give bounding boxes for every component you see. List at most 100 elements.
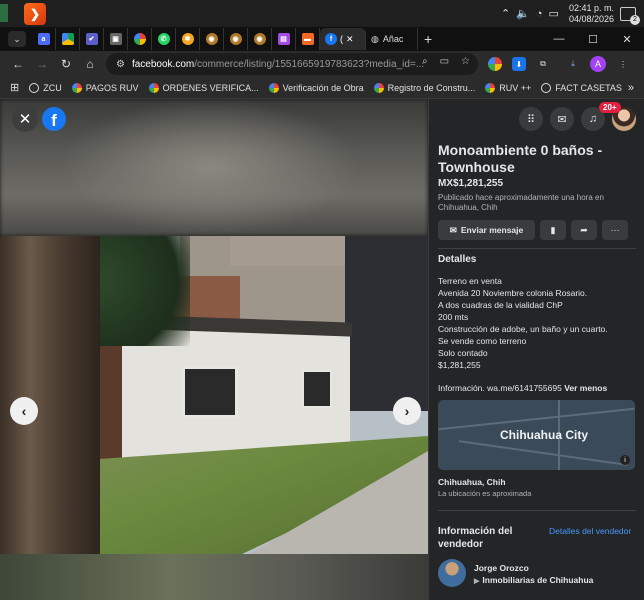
maximize-button[interactable]: ☐: [576, 33, 610, 46]
details-line: Terreno en venta: [438, 276, 502, 286]
facebook-logo[interactable]: f: [42, 107, 66, 131]
tab-11[interactable]: ▤: [272, 28, 296, 50]
more-options-button[interactable]: ···: [602, 220, 628, 240]
map-city-label: Chihuahua City: [500, 428, 589, 442]
listing-posted: Publicado hace aproximadamente una hora …: [438, 193, 604, 212]
bookmark-item[interactable]: FACT CASETAS: [541, 82, 622, 93]
minimize-button[interactable]: —: [542, 33, 576, 45]
battery-icon[interactable]: ▭: [549, 7, 559, 20]
details-line: $1,281,255: [438, 360, 481, 370]
blurred-background-bottom: [0, 554, 428, 600]
seller-details-link[interactable]: Detalles del vendedor: [549, 526, 631, 536]
tab-9[interactable]: ◉: [224, 28, 248, 50]
notification-center-icon[interactable]: 2: [620, 6, 640, 25]
menu-kebab-icon[interactable]: ⋮: [616, 57, 630, 71]
bookmark-item[interactable]: ZCU: [29, 82, 62, 93]
window-controls: — ☐ ✕: [542, 27, 644, 51]
bookmark-label: Verificación de Obra: [282, 82, 364, 93]
share-button[interactable]: ➦: [571, 220, 597, 240]
network-icon[interactable]: ◔: [536, 8, 543, 20]
taskbar-app-icon[interactable]: ❯: [24, 2, 46, 25]
tab-other[interactable]: ◍ Añac: [366, 28, 418, 50]
tab-7[interactable]: ✱: [176, 28, 200, 50]
bookmark-item[interactable]: RUV ++: [485, 82, 531, 93]
seller-name[interactable]: Jorge Orozco: [474, 563, 529, 573]
seller-avatar[interactable]: [438, 559, 466, 587]
tab-favicon: ◉: [205, 33, 218, 45]
tab-favicon: ✔: [85, 33, 98, 45]
tab-4[interactable]: ▣: [104, 28, 128, 50]
extensions: ⬇ ⧉ ⤓ A ⋮: [488, 53, 630, 75]
photo-viewer: ✕ f ‹ ›: [0, 99, 428, 600]
profile-avatar[interactable]: A: [590, 56, 606, 72]
seller-heading: Información del vendedor: [438, 526, 513, 550]
globe-icon: ◍: [371, 33, 379, 44]
globe-icon: [29, 82, 40, 93]
tab-10[interactable]: ◉: [248, 28, 272, 50]
extension-icon[interactable]: [488, 57, 502, 71]
next-photo-button[interactable]: ›: [393, 397, 421, 425]
save-button[interactable]: ▮: [540, 220, 566, 240]
tab-8[interactable]: ◉: [200, 28, 224, 50]
seller-company[interactable]: ▶ Inmobiliarias de Chihuahua: [474, 575, 593, 585]
tabs: a ✔ ▣ ✆ ✱ ◉ ◉ ◉ ▤ ▬ f ( ✕ ◍ Añac +: [32, 28, 432, 50]
menu-grid-icon[interactable]: ⠿: [519, 107, 543, 131]
home-button[interactable]: ⌂: [78, 57, 102, 71]
puzzle-icon[interactable]: ⧉: [536, 57, 550, 71]
clock-date: 04/08/2026: [568, 13, 614, 24]
tab-facebook-active[interactable]: f ( ✕: [320, 28, 366, 50]
listing-photo[interactable]: [0, 236, 428, 554]
notifications-badge: 20+: [599, 102, 621, 113]
close-window-button[interactable]: ✕: [610, 33, 644, 46]
bookmarks-overflow-button[interactable]: »: [628, 82, 634, 94]
bookmark-item[interactable]: ORDENES VERIFICA...: [148, 82, 259, 93]
tab-6[interactable]: ✆: [152, 28, 176, 50]
volume-icon[interactable]: 🔈: [516, 7, 530, 20]
bookmark-star-icon[interactable]: ☆: [461, 56, 470, 67]
new-tab-button[interactable]: +: [424, 31, 432, 47]
download-extension-icon[interactable]: ⬇: [512, 57, 526, 71]
back-button[interactable]: ←: [6, 57, 30, 71]
map-road: [458, 440, 628, 466]
tab-2[interactable]: [56, 28, 80, 50]
omnibox-actions: ⌕ ▭ ☆: [422, 56, 470, 67]
bookmark-item[interactable]: Registro de Constru...: [373, 82, 476, 93]
bookmark-label: Registro de Constru...: [387, 82, 476, 93]
tab-5[interactable]: [128, 28, 152, 50]
clock[interactable]: 02:41 p. m. 04/08/2026: [569, 3, 614, 25]
info-line: Información. wa.me/6141755695 Ver menos: [438, 383, 607, 393]
tab-search-dropdown[interactable]: ⌄: [8, 31, 26, 47]
forward-button[interactable]: →: [30, 57, 54, 71]
apps-grid-icon[interactable]: ⊞: [10, 81, 19, 94]
messenger-icon[interactable]: ✉: [550, 107, 574, 131]
tab-close-icon[interactable]: ✕: [346, 34, 354, 45]
photo-building-top: [230, 236, 350, 266]
see-less-link[interactable]: Ver menos: [564, 383, 607, 393]
details-heading: Detalles: [438, 254, 477, 265]
tab-1[interactable]: a: [32, 28, 56, 50]
info-icon[interactable]: i: [620, 455, 630, 465]
tab-12[interactable]: ▬: [296, 28, 320, 50]
previous-photo-button[interactable]: ‹: [10, 397, 38, 425]
details-line: Construcción de adobe, un baño y un cuar…: [438, 324, 608, 334]
close-viewer-button[interactable]: ✕: [12, 106, 38, 132]
send-message-button[interactable]: ✉ Enviar mensaje: [438, 220, 535, 240]
bookmark-label: ZCU: [43, 82, 62, 93]
location-map[interactable]: Chihuahua City i: [438, 400, 635, 470]
bookmark-item[interactable]: Verificación de Obra: [268, 82, 364, 93]
downloads-icon[interactable]: ⤓: [566, 57, 580, 71]
reload-button[interactable]: ↻: [54, 57, 78, 71]
zoom-icon[interactable]: ⌕: [422, 56, 428, 67]
location-note: La ubicación es aproximada: [438, 489, 532, 498]
chrome-icon: [71, 82, 82, 93]
bookmark-item[interactable]: PAGOS RUV: [71, 82, 139, 93]
bookmarks-bar: ⊞ ZCU PAGOS RUV ORDENES VERIFICA... Veri…: [0, 77, 644, 99]
cast-icon[interactable]: ▭: [440, 56, 449, 67]
chevron-up-icon[interactable]: ⌃: [501, 7, 510, 20]
site-info-icon[interactable]: ⚙: [116, 59, 125, 70]
tab-3[interactable]: ✔: [80, 28, 104, 50]
chrome-icon: [268, 82, 279, 93]
listing-title: Monoambiente 0 baños - Townhouse: [438, 142, 603, 175]
address-bar[interactable]: ⚙ facebook.com /commerce/listing/1551665…: [106, 53, 478, 75]
listing-sidebar: ⠿ ✉ ♫ 20+ Monoambiente 0 baños - Townhou…: [428, 99, 644, 600]
